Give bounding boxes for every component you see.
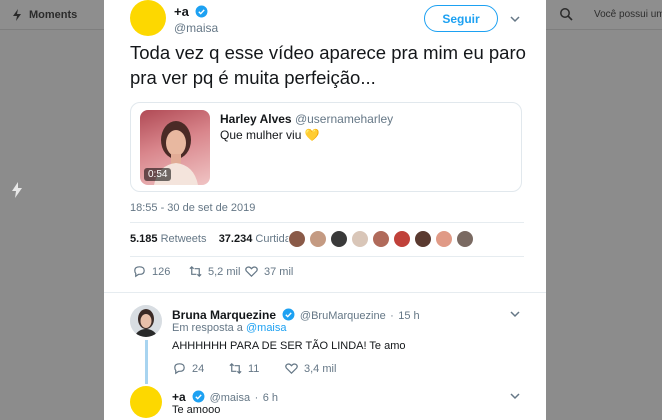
search-icon[interactable] [559,7,573,21]
retweet-action[interactable]: 5,2 mil [188,264,240,279]
quoted-author-name: Harley Alves [220,112,292,126]
follow-button[interactable]: Seguir [424,5,498,32]
like-action[interactable]: 3,4 mil [284,361,336,376]
lightning-icon [13,9,21,21]
reply-count: 24 [192,362,205,375]
liker-avatar[interactable] [288,230,306,248]
reply-text: Te amooo [172,404,221,416]
notification-notice: Você possui uma [594,9,662,20]
verified-badge-icon [192,390,205,403]
in-reply-to: Em resposta a @maisa [172,322,287,334]
divider [130,222,524,223]
moments-label: Moments [29,9,78,21]
quoted-author-row: Harley Alves @usernameharley [220,112,393,126]
reply-icon [174,363,185,375]
retweet-count: 11 [248,362,260,375]
quoted-video-thumbnail[interactable]: 0:54 [140,110,210,185]
reply-text: AHHHHHH PARA DE SER TÃO LINDA! Te amo [172,340,406,352]
liker-avatar[interactable] [456,230,474,248]
video-duration: 0:54 [144,168,172,181]
reply-author-name[interactable]: +a [172,390,186,404]
verified-badge-icon [195,5,208,18]
retweet-count: 5,2 mil [208,265,241,278]
engagement-stats: 5.185 Retweets 37.234 Curtidas [130,233,296,245]
liker-avatar[interactable] [414,230,432,248]
likes-stat[interactable]: 37.234 Curtidas [219,233,297,245]
tweet-timestamp[interactable]: 18:55 - 30 de set de 2019 [130,202,255,214]
liker-avatar[interactable] [372,230,390,248]
in-reply-to-handle[interactable]: @maisa [246,322,287,334]
retweet-icon [229,362,242,375]
divider [130,256,524,257]
chevron-down-icon[interactable] [510,391,520,401]
heart-icon [245,266,258,278]
tweet-text: Toda vez q esse vídeo aparece pra mim eu… [130,42,526,88]
reply-author-name[interactable]: Bruna Marquezine [172,308,276,322]
thread-connector-line [145,340,148,384]
liker-avatar[interactable] [393,230,411,248]
profile-photo [130,305,162,337]
like-count: 37 mil [264,265,294,278]
reply-author-avatar[interactable] [130,305,162,337]
reply-icon [134,266,145,278]
retweet-icon [189,265,202,278]
chevron-down-icon[interactable] [510,14,520,24]
heart-icon [285,363,298,375]
like-action[interactable]: 37 mil [244,264,293,279]
liker-avatar[interactable] [309,230,327,248]
liker-avatar[interactable] [351,230,369,248]
quoted-tweet-card[interactable]: 0:54 Harley Alves @usernameharley Que mu… [130,102,522,192]
author-avatar[interactable] [130,0,166,36]
author-name-row[interactable]: +a [174,3,208,21]
reply-time[interactable]: 15 h [398,310,419,322]
chevron-down-icon[interactable] [510,309,520,319]
author-handle[interactable]: @maisa [174,21,218,35]
verified-badge-icon [283,308,295,321]
retweets-stat[interactable]: 5.185 Retweets [130,233,206,245]
quoted-tweet-text: Que mulher viu [220,128,302,142]
lightning-icon [12,182,22,198]
retweet-action[interactable]: 11 [228,361,259,376]
reply-time[interactable]: 6 h [263,392,278,404]
liker-avatar[interactable] [330,230,348,248]
reply-action[interactable]: 126 [132,264,170,279]
quoted-author-handle: @usernameharley [294,112,394,126]
reply-author-handle[interactable]: @BruMarquezine [300,310,386,322]
reply-count: 126 [152,265,171,278]
divider [104,292,546,293]
yellow-heart-emoji: 💛 [304,128,320,142]
author-name: +a [174,4,189,19]
reply-author-avatar[interactable] [130,386,162,418]
like-count: 3,4 mil [304,362,337,375]
moments-nav-item[interactable]: Moments [10,8,77,22]
quoted-tweet-text-row: Que mulher viu 💛 [220,128,320,142]
liker-avatar[interactable] [435,230,453,248]
reply-author-handle[interactable]: @maisa [210,392,251,404]
tweet-modal: +a @maisa Seguir Toda vez q esse vídeo a… [104,0,546,420]
reply-action[interactable]: 24 [172,361,204,376]
